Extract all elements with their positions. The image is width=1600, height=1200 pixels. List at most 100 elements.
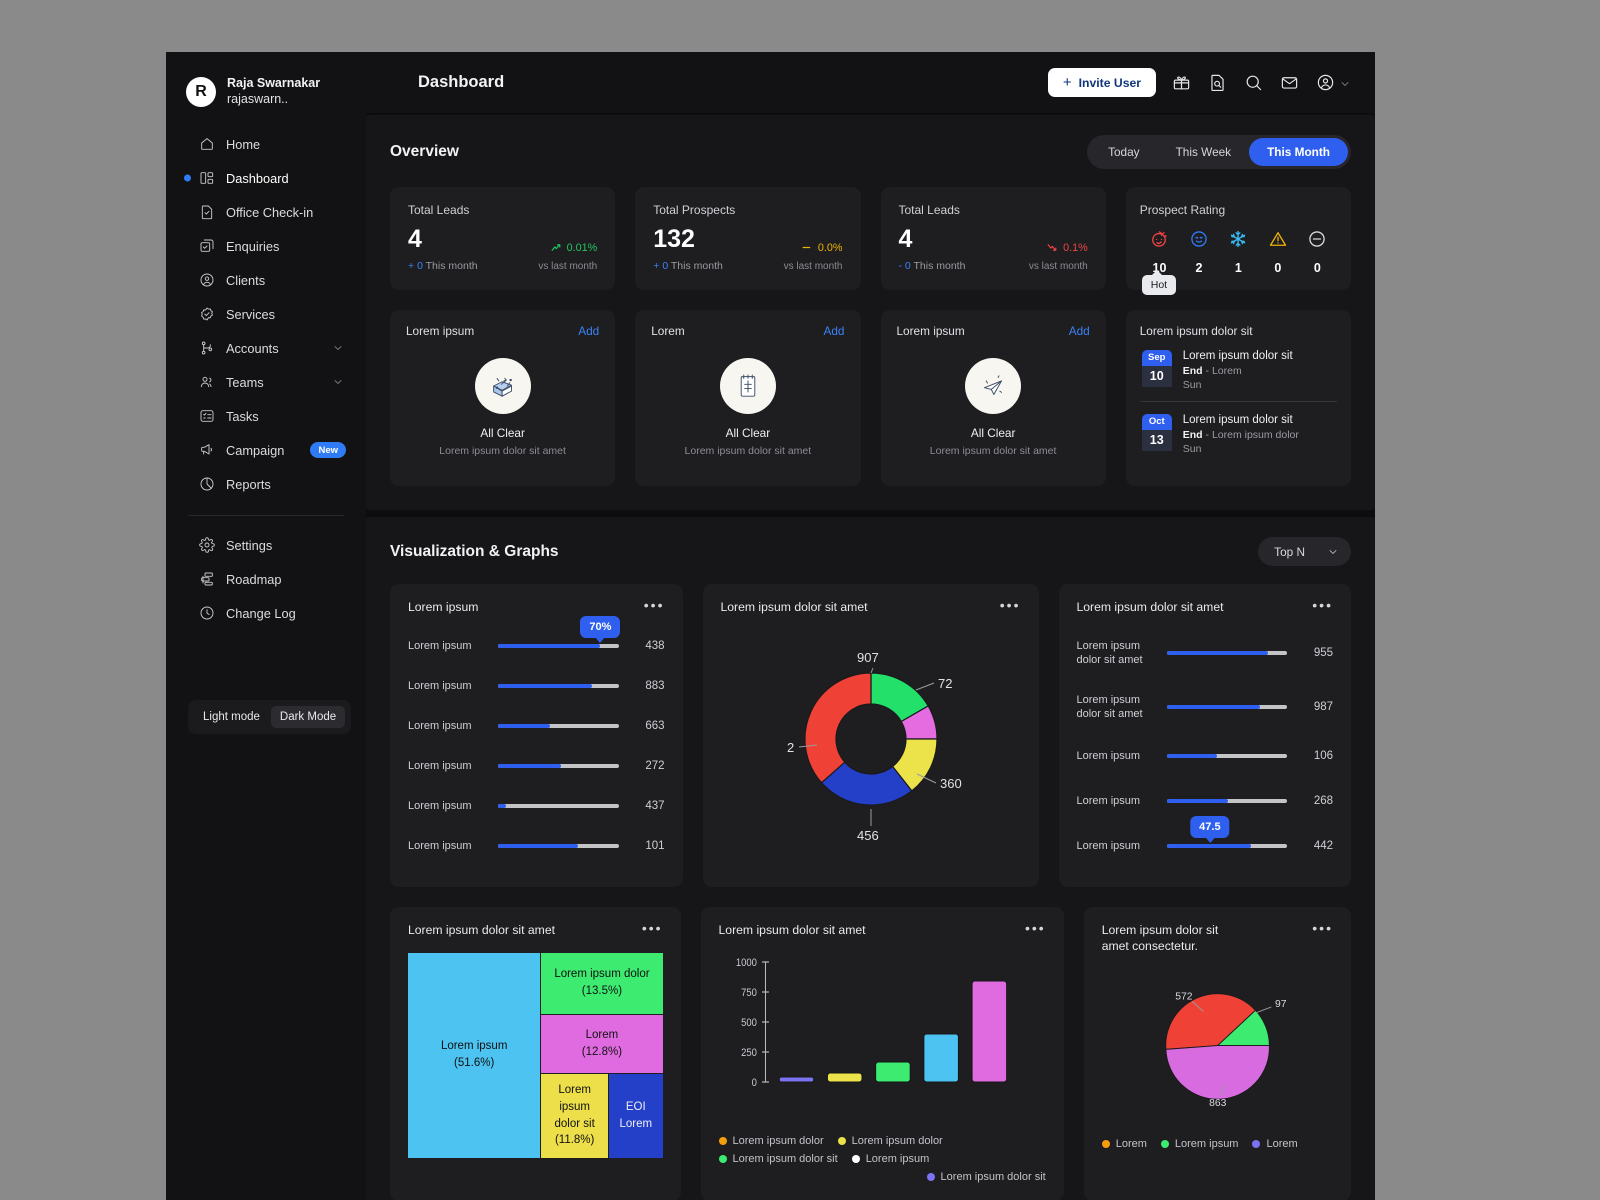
progress-row[interactable]: Lorem ipsum dolor sit amet 955 [1077, 626, 1334, 680]
document-search-icon[interactable] [1206, 72, 1228, 94]
add-link[interactable]: Add [824, 324, 845, 338]
stat-card-total-leads-2[interactable]: Total Leads 4 - 0 This month 0.1% vs las… [880, 187, 1106, 290]
sidebar-item-reports[interactable]: Reports [166, 467, 366, 501]
progress-row[interactable]: Lorem ipsum 437 [408, 786, 665, 826]
chart-menu-icon[interactable]: ••• [1017, 921, 1046, 935]
sidebar-item-settings[interactable]: Settings [166, 528, 366, 562]
chevron-down-icon[interactable] [332, 376, 344, 388]
invite-user-button[interactable]: + Invite User [1047, 68, 1156, 97]
stat-card-total-leads[interactable]: Total Leads 4 + 0 This month 0.01% vs la… [390, 187, 616, 290]
legend-item[interactable]: Lorem ipsum [851, 1153, 929, 1165]
agenda-card[interactable]: Lorem ipsum dolor sit Sep 10 Lorem ipsum… [1125, 310, 1351, 486]
sidebar-item-campaign[interactable]: Campaign New [166, 433, 366, 467]
user-profile[interactable]: R Raja Swarnakar rajaswarn.. [166, 70, 366, 107]
rating-item-warning[interactable]: 0 [1258, 229, 1297, 275]
legend-item[interactable]: Lorem [1252, 1138, 1298, 1150]
light-mode-button[interactable]: Light mode [194, 706, 269, 728]
treemap-node-4[interactable]: Lorem ipsum dolor sit (11.8%) [541, 1073, 608, 1158]
sidebar-item-dashboard[interactable]: Dashboard [166, 161, 366, 195]
rating-item-none[interactable]: 0 [1298, 229, 1337, 275]
rating-item-calm[interactable]: 2 [1179, 229, 1218, 275]
search-icon[interactable] [1242, 72, 1264, 94]
progress-track[interactable]: 47.5 [1166, 816, 1287, 849]
chart-card-progress-1[interactable]: Lorem ipsum ••• Lorem ipsum 70% 438 Lore… [390, 584, 683, 887]
progress-track[interactable] [1166, 650, 1287, 655]
top-n-dropdown[interactable]: Top N [1258, 537, 1351, 566]
legend-item[interactable]: Lorem ipsum dolor sit [718, 1153, 838, 1165]
agenda-list-item[interactable]: Oct 13 Lorem ipsum dolor sit End - Lorem… [1139, 401, 1337, 465]
sidebar-item-services[interactable]: Services [166, 297, 366, 331]
add-link[interactable]: Add [1069, 324, 1090, 338]
chart-card-progress-2[interactable]: Lorem ipsum dolor sit amet ••• Lorem ips… [1058, 584, 1351, 887]
progress-row[interactable]: Lorem ipsum dolor sit amet 987 [1077, 680, 1334, 734]
legend-label: Lorem ipsum dolor [732, 1134, 824, 1147]
treemap-node-2[interactable]: Lorem ipsum dolor (13.5%) [541, 952, 663, 1015]
chevron-down-icon[interactable] [1339, 77, 1351, 89]
progress-row[interactable]: Lorem ipsum 272 [408, 746, 665, 786]
progress-row[interactable]: Lorem ipsum 70% 438 [408, 615, 665, 666]
legend-item[interactable]: Lorem ipsum dolor [837, 1135, 943, 1147]
gift-icon[interactable] [1170, 72, 1192, 94]
progress-row[interactable]: Lorem ipsum 883 [408, 666, 665, 706]
progress-track[interactable] [498, 723, 619, 728]
sidebar-item-accounts[interactable]: Accounts [166, 331, 366, 365]
chevron-down-icon[interactable] [332, 342, 344, 354]
legend-item[interactable]: Lorem ipsum dolor [718, 1134, 824, 1147]
chart-menu-icon[interactable]: ••• [992, 598, 1021, 612]
all-clear-card-2[interactable]: Lorem Add All Clear Lorem ipsum dolor si… [635, 310, 861, 486]
account-menu[interactable] [1314, 72, 1351, 94]
legend-item[interactable]: Lorem ipsum dolor sit [926, 1171, 1046, 1183]
progress-track[interactable] [1166, 754, 1287, 759]
chart-menu-icon[interactable]: ••• [636, 598, 665, 612]
all-clear-card-1[interactable]: Lorem ipsum Add All Clear Lorem ipsum do… [390, 310, 616, 486]
all-clear-card-3[interactable]: Lorem ipsum Add All Clear Lorem ipsum do… [880, 310, 1106, 486]
sidebar-item-office-check-in[interactable]: Office Check-in [166, 195, 366, 229]
chart-menu-icon[interactable]: ••• [1304, 598, 1333, 612]
chart-card-pie[interactable]: Lorem ipsum dolor sit amet consectetur. … [1083, 906, 1351, 1200]
sidebar-item-teams[interactable]: Teams [166, 365, 366, 399]
content-scroll[interactable]: Overview Today This Week This Month Tota… [366, 115, 1375, 1200]
treemap-node-1[interactable]: Lorem ipsum (51.6%) [408, 952, 541, 1158]
add-link[interactable]: Add [578, 324, 599, 338]
rating-item-hot[interactable]: 10 [1140, 229, 1179, 275]
mail-icon[interactable] [1278, 72, 1300, 94]
progress-track[interactable] [498, 683, 619, 688]
dark-mode-button[interactable]: Dark Mode [270, 706, 346, 728]
tab-this-month[interactable]: This Month [1249, 138, 1348, 166]
account-circle-icon[interactable] [1314, 72, 1336, 94]
sidebar-item-tasks[interactable]: Tasks [166, 399, 366, 433]
chart-card-bar[interactable]: Lorem ipsum dolor sit amet ••• 1000 750 … [700, 906, 1064, 1200]
tab-this-week[interactable]: This Week [1158, 138, 1250, 166]
agenda-list-item[interactable]: Sep 10 Lorem ipsum dolor sit End - Lorem… [1140, 338, 1337, 401]
bar-5 [971, 980, 1007, 1083]
chart-card-donut[interactable]: Lorem ipsum dolor sit amet ••• 907 72 36… [702, 584, 1039, 887]
chart-menu-icon[interactable]: ••• [1304, 921, 1333, 935]
legend-item[interactable]: Lorem ipsum [1160, 1138, 1238, 1150]
progress-track[interactable] [498, 763, 619, 768]
treemap-node-3[interactable]: Lorem (12.8%) [541, 1015, 663, 1073]
stat-card-total-prospects[interactable]: Total Prospects 132 + 0 This month 0.0% [635, 187, 861, 290]
progress-track[interactable] [498, 803, 619, 808]
theme-toggle[interactable]: Light mode Dark Mode [188, 700, 352, 734]
progress-track[interactable] [498, 843, 619, 848]
tab-today[interactable]: Today [1090, 138, 1157, 166]
progress-row[interactable]: Lorem ipsum 106 [1077, 734, 1334, 779]
progress-track[interactable]: 70% [498, 615, 621, 648]
progress-row[interactable]: Lorem ipsum 663 [408, 706, 665, 746]
sidebar-item-enquiries[interactable]: Enquiries [166, 229, 366, 263]
prospect-rating-card[interactable]: Prospect Rating 10 2 1 0 0 Hot [1125, 187, 1351, 295]
progress-fill [498, 723, 550, 728]
rating-item-cold[interactable]: 1 [1219, 229, 1258, 275]
chart-card-treemap[interactable]: Lorem ipsum dolor sit amet ••• Lorem ips… [390, 906, 681, 1200]
progress-row[interactable]: Lorem ipsum 47.5 442 [1077, 816, 1333, 869]
legend-item[interactable]: Lorem [1101, 1138, 1147, 1150]
progress-row[interactable]: Lorem ipsum 101 [408, 826, 665, 866]
sidebar-item-clients[interactable]: Clients [166, 263, 366, 297]
treemap-node-5[interactable]: EOI Lorem [608, 1073, 663, 1158]
sidebar-item-change-log[interactable]: Change Log [166, 596, 366, 630]
progress-track[interactable] [1166, 704, 1287, 709]
sidebar-item-home[interactable]: Home [166, 127, 366, 161]
chart-menu-icon[interactable]: ••• [634, 921, 663, 935]
sidebar-item-roadmap[interactable]: Roadmap [166, 562, 366, 596]
progress-track[interactable] [1166, 799, 1287, 804]
